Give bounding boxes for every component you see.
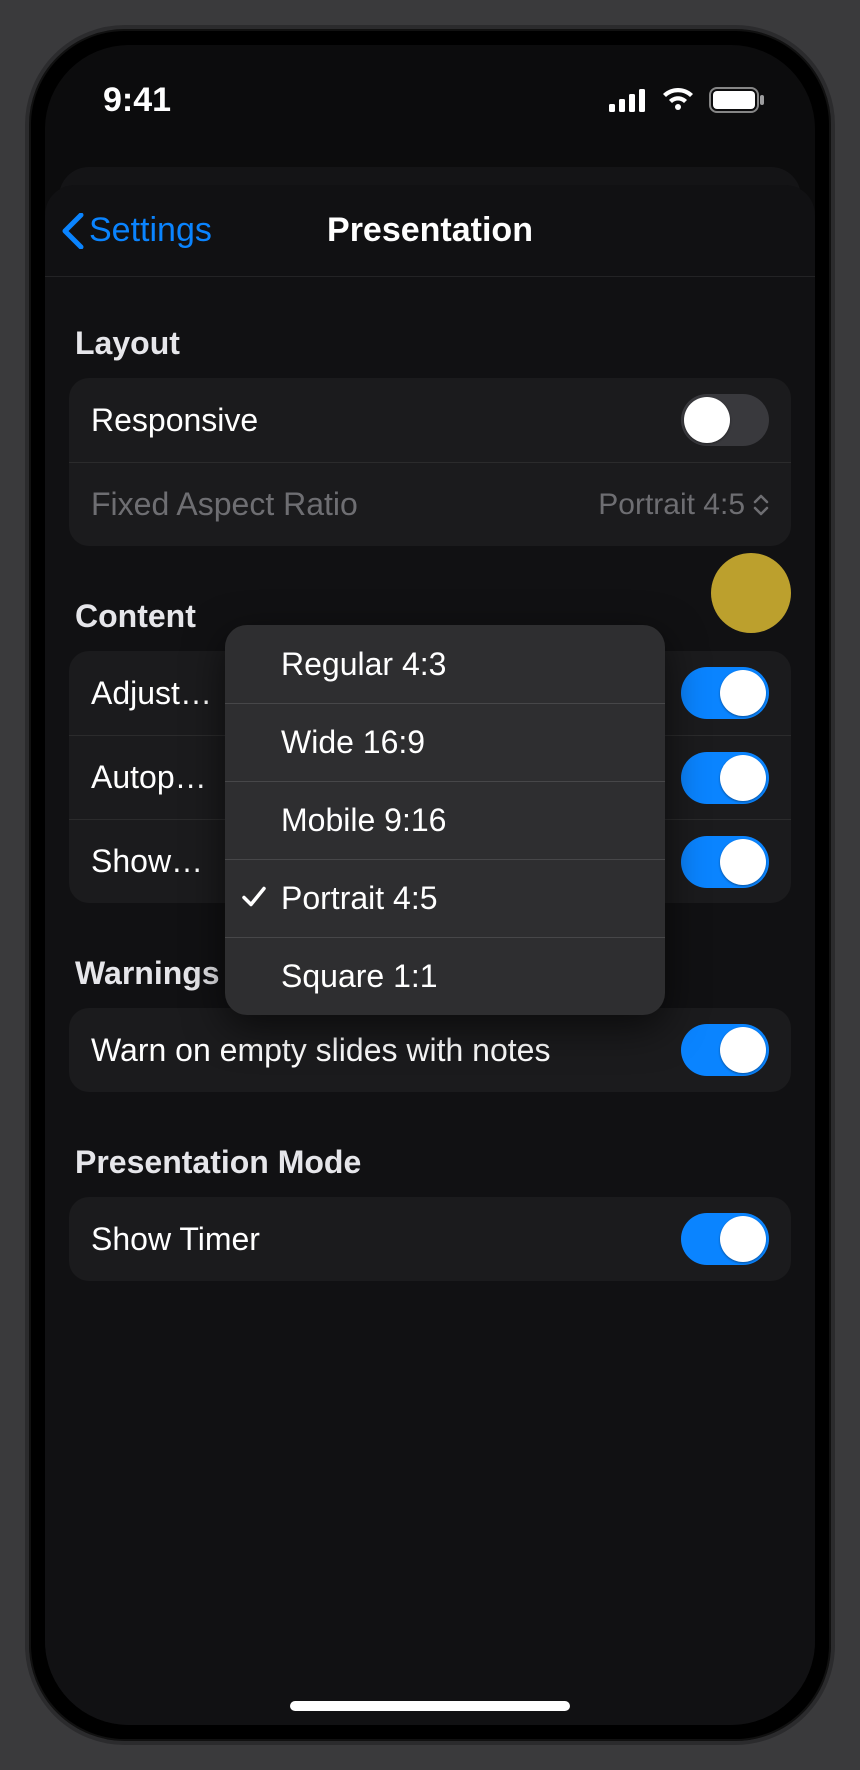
nav-bar: Settings Presentation [45, 185, 815, 277]
toggle-show[interactable] [681, 836, 769, 888]
wifi-icon [661, 88, 695, 112]
battery-icon [709, 87, 765, 113]
toggle-knob [720, 839, 766, 885]
group-layout: Responsive Fixed Aspect Ratio Portrait 4… [69, 378, 791, 546]
row-label: Responsive [91, 402, 258, 439]
back-button[interactable]: Settings [61, 185, 212, 276]
home-indicator[interactable] [290, 1701, 570, 1711]
menu-label: Regular 4:3 [281, 646, 446, 683]
row-show-timer[interactable]: Show Timer [69, 1197, 791, 1281]
row-label: Show… [91, 843, 203, 880]
section-header-presentation-mode: Presentation Mode [69, 1092, 791, 1197]
row-label: Fixed Aspect Ratio [91, 486, 358, 523]
checkmark-icon [241, 880, 267, 917]
toggle-responsive[interactable] [681, 394, 769, 446]
row-warn-empty[interactable]: Warn on empty slides with notes [69, 1008, 791, 1092]
screen: 9:41 Settings [45, 45, 815, 1725]
menu-item-portrait[interactable]: Portrait 4:5 [225, 859, 665, 937]
toggle-knob [720, 755, 766, 801]
toggle-warn-empty[interactable] [681, 1024, 769, 1076]
group-warnings: Warn on empty slides with notes [69, 1008, 791, 1092]
row-label: Show Timer [91, 1221, 260, 1258]
menu-item-mobile[interactable]: Mobile 9:16 [225, 781, 665, 859]
menu-item-wide[interactable]: Wide 16:9 [225, 703, 665, 781]
row-label: Autop… [91, 759, 207, 796]
content-scroll[interactable]: Layout Responsive Fixed Aspect Ratio Por… [45, 277, 815, 1725]
cellular-icon [609, 88, 647, 112]
back-label: Settings [89, 211, 212, 250]
toggle-show-timer[interactable] [681, 1213, 769, 1265]
status-bar: 9:41 [45, 45, 815, 155]
section-header-layout: Layout [69, 277, 791, 378]
menu-label: Wide 16:9 [281, 724, 425, 761]
device-frame: 9:41 Settings [25, 25, 835, 1745]
page-title: Presentation [327, 211, 533, 250]
status-time: 9:41 [103, 81, 171, 120]
chevron-left-icon [61, 213, 85, 249]
menu-item-square[interactable]: Square 1:1 [225, 937, 665, 1015]
row-value: Portrait 4:5 [598, 488, 769, 522]
menu-label: Mobile 9:16 [281, 802, 446, 839]
group-presentation-mode: Show Timer [69, 1197, 791, 1281]
toggle-adjust[interactable] [681, 667, 769, 719]
row-responsive[interactable]: Responsive [69, 378, 791, 462]
row-label: Warn on empty slides with notes [91, 1032, 550, 1069]
aspect-value: Portrait 4:5 [598, 488, 745, 522]
menu-item-regular[interactable]: Regular 4:3 [225, 625, 665, 703]
row-label: Adjust… [91, 675, 212, 712]
updown-icon [753, 493, 769, 517]
aspect-ratio-menu: Regular 4:3 Wide 16:9 Mobile 9:16 Portra… [225, 625, 665, 1015]
row-fixed-aspect[interactable]: Fixed Aspect Ratio Portrait 4:5 [69, 462, 791, 546]
menu-label: Square 1:1 [281, 958, 438, 995]
settings-sheet: Settings Presentation Layout Responsive … [45, 185, 815, 1725]
toggle-knob [684, 397, 730, 443]
toggle-autoplay[interactable] [681, 752, 769, 804]
toggle-knob [720, 1027, 766, 1073]
status-right [609, 87, 765, 113]
menu-label: Portrait 4:5 [281, 880, 438, 917]
toggle-knob [720, 1216, 766, 1262]
toggle-knob [720, 670, 766, 716]
